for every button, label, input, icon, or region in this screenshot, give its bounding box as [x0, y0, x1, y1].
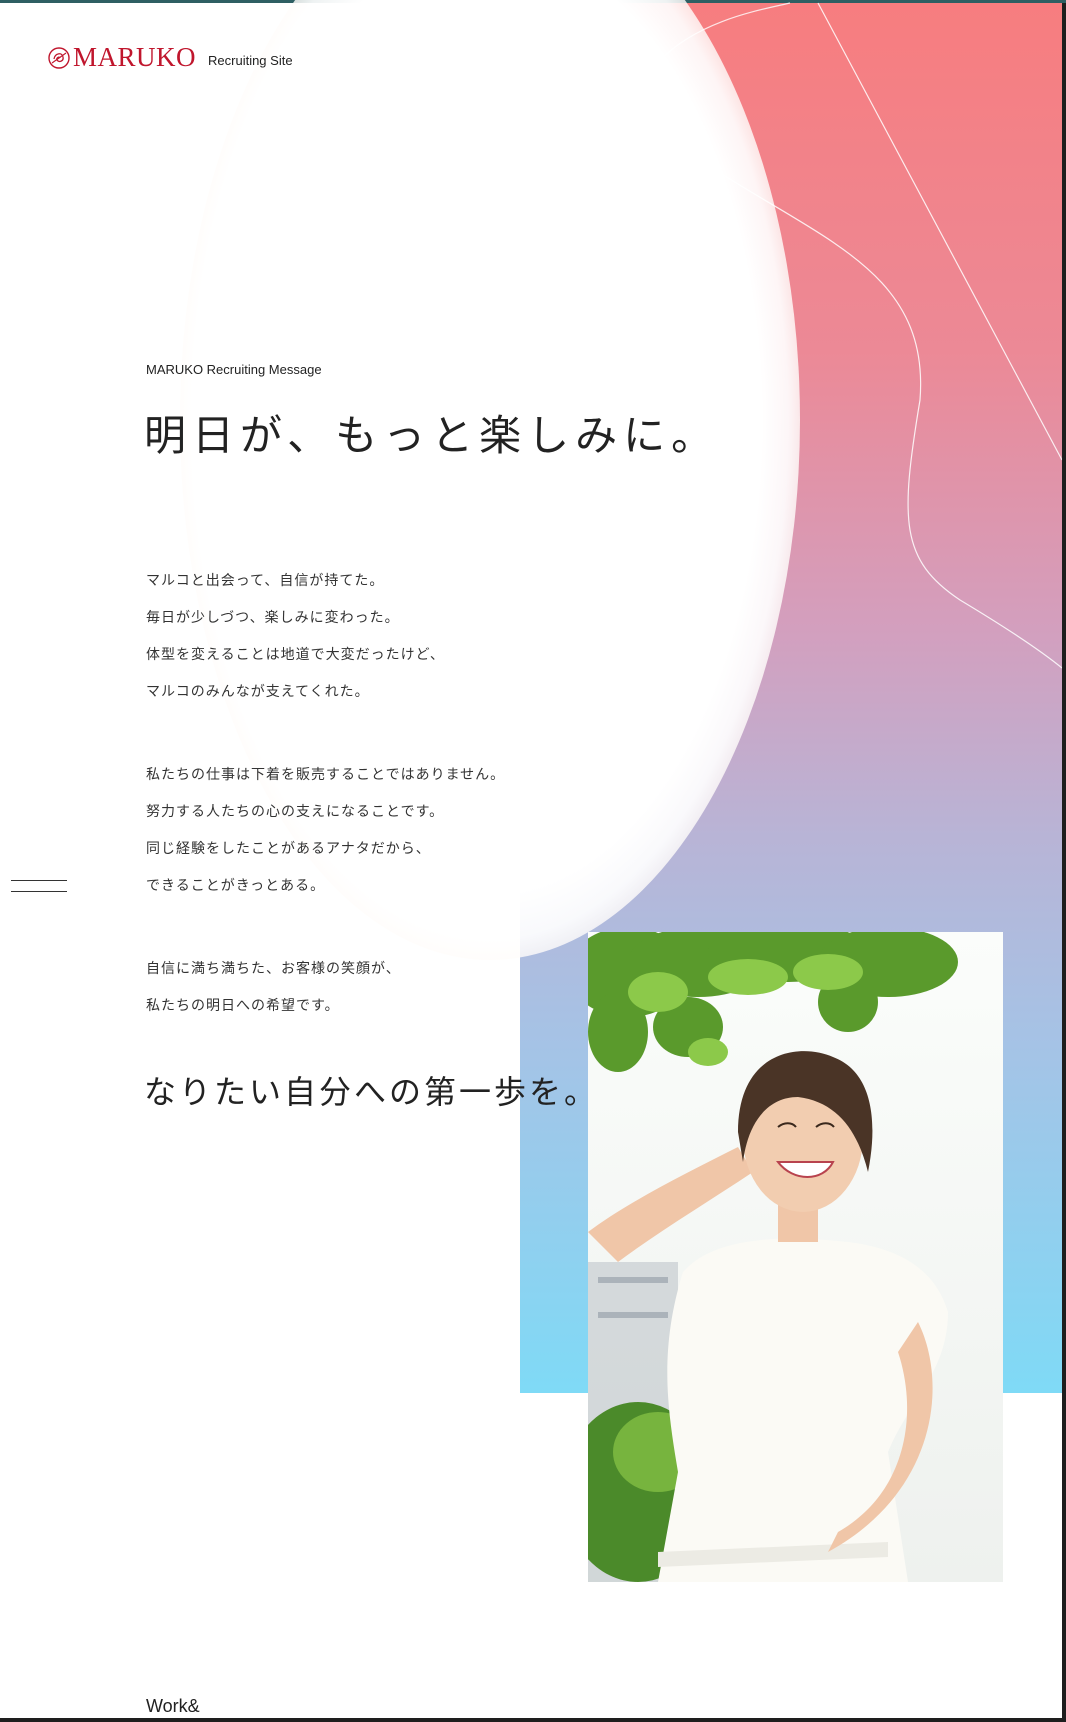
hero-headline: 明日が、もっと楽しみに。 — [144, 411, 720, 460]
hero-photo — [588, 932, 1003, 1582]
window-edge-right — [1062, 3, 1066, 1722]
rose-logo-icon — [48, 46, 70, 69]
message-line: できることがきっとある。 — [146, 878, 326, 894]
message-line: 私たちの仕事は下着を販売することではありません。 — [146, 767, 506, 783]
window-edge-bottom — [0, 1718, 1066, 1722]
site-logo[interactable]: MARUKO Recruiting Site — [47, 44, 293, 71]
woman-photo-illustration — [588, 932, 1003, 1582]
message-line: 体型を変えることは地道で大変だったけど、 — [146, 647, 445, 663]
logo-text: MARUKO — [73, 42, 197, 72]
message-line: マルコと出会って、自信が持てた。 — [146, 573, 385, 589]
message-line: 私たちの明日への希望です。 — [146, 998, 340, 1014]
message-paragraph-1: マルコと出会って、自信が持てた。 毎日が少しづつ、楽しみに変わった。 体型を変え… — [146, 563, 445, 711]
message-line: 同じ経験をしたことがあるアナタだから、 — [146, 841, 431, 857]
message-line: 自信に満ち満ちた、お客様の笑顔が、 — [146, 961, 401, 977]
message-paragraph-2: 私たちの仕事は下着を販売することではありません。 努力する人たちの心の支えになる… — [146, 757, 505, 905]
message-line: マルコのみんなが支えてくれた。 — [146, 684, 370, 700]
message-paragraph-3: 自信に満ち満ちた、お客様の笑顔が、 私たちの明日への希望です。 — [146, 951, 401, 1025]
page: MARUKO Recruiting Site MARUKO Recruiting… — [0, 0, 1066, 1722]
message-line: 努力する人たちの心の支えになることです。 — [146, 804, 445, 820]
menu-icon[interactable] — [11, 880, 67, 894]
logo-subtitle: Recruiting Site — [208, 53, 293, 68]
section-eyebrow: MARUKO Recruiting Message — [146, 362, 322, 377]
closing-headline: なりたい自分への第一歩を。 — [144, 1073, 600, 1111]
message-line: 毎日が少しづつ、楽しみに変わった。 — [146, 610, 400, 626]
next-section-title: Work& — [146, 1696, 200, 1716]
